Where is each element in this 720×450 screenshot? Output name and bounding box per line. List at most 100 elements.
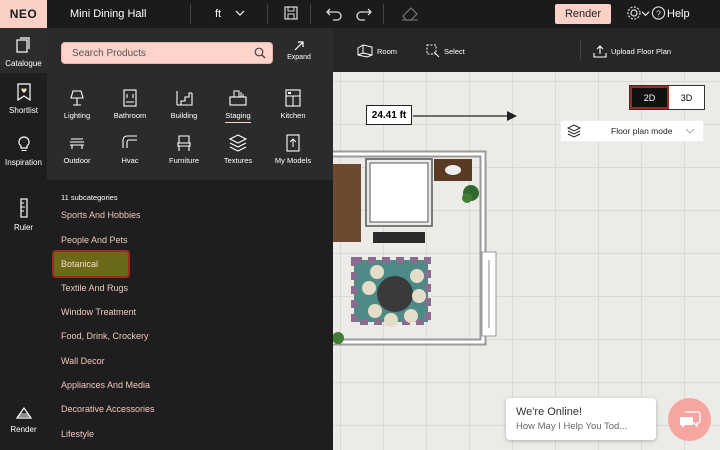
render-icon — [15, 406, 32, 419]
category-label: My Models — [274, 156, 312, 165]
chevron-down-icon[interactable] — [641, 9, 650, 18]
rail-item-ruler[interactable]: Ruler — [0, 198, 47, 232]
chair — [362, 281, 376, 295]
subcategory-item[interactable]: Lifestyle — [61, 429, 94, 439]
table — [377, 276, 413, 312]
chair — [412, 289, 426, 303]
project-title[interactable]: Mini Dining Hall — [70, 8, 146, 20]
save-icon[interactable] — [283, 5, 299, 21]
category-lighting[interactable]: Lighting — [52, 88, 102, 120]
rail-item-inspiration[interactable]: Inspiration — [0, 135, 47, 167]
view-3d-button[interactable]: 3D — [669, 86, 704, 109]
help-icon[interactable]: ? — [651, 5, 666, 21]
category-staging[interactable]: Staging — [213, 88, 263, 123]
help-link[interactable]: Help — [667, 8, 690, 20]
chair — [404, 309, 418, 323]
lamp-icon — [70, 90, 84, 106]
category-outdoor[interactable]: Outdoor — [52, 133, 102, 165]
rail-item-catalogue[interactable]: Catalogue — [0, 28, 47, 73]
subcategory-item[interactable]: Food, Drink, Crockery — [61, 331, 149, 341]
rail-item-render[interactable]: Render — [0, 406, 47, 434]
chair — [384, 313, 398, 327]
category-label: Textures — [223, 156, 253, 165]
category-label: Building — [170, 111, 198, 120]
media-shelf — [373, 232, 425, 243]
subcategory-item[interactable]: Window Treatment — [61, 307, 136, 317]
category-furniture[interactable]: Furniture — [159, 133, 209, 165]
layers-icon — [567, 124, 581, 138]
undo-icon[interactable] — [325, 5, 343, 21]
eraser-icon[interactable] — [400, 5, 420, 21]
chair — [368, 304, 382, 318]
room-block-inner — [369, 162, 429, 223]
room-icon — [357, 44, 373, 58]
subcategory-item[interactable]: Wall Decor — [61, 356, 105, 366]
category-label: Hvac — [121, 156, 139, 165]
subcategory-item[interactable]: Appliances And Media — [61, 380, 150, 390]
upload-label: Upload Floor Plan — [611, 46, 672, 56]
category-building[interactable]: Building — [159, 88, 209, 120]
floor-plan-mode-label: Floor plan mode — [611, 126, 673, 136]
search-bar: Search Products Expand — [47, 28, 333, 75]
toolbar-divider — [190, 4, 191, 24]
search-input[interactable]: Search Products — [61, 42, 273, 64]
room-tool[interactable]: Room — [357, 44, 397, 58]
category-label: Lighting — [63, 111, 91, 120]
subcategory-item[interactable]: People And Pets — [61, 235, 128, 245]
plant — [462, 193, 472, 203]
dimension-label: 24.41 ft — [366, 105, 412, 125]
select-icon — [426, 44, 440, 58]
rail-label: Ruler — [13, 223, 34, 232]
view-mode-toggle: 2D 3D — [629, 85, 705, 110]
canvas-toolbar: Room Select Upload Floor Plan — [333, 28, 720, 72]
category-grid: Lighting Bathroom Building Staging Kitch… — [47, 75, 333, 180]
chat-popup[interactable]: We're Online! How May I Help You Tod... — [506, 398, 656, 440]
upload-floor-plan-button[interactable]: Upload Floor Plan — [593, 44, 671, 58]
category-hvac[interactable]: Hvac — [105, 133, 155, 165]
toolbar-divider — [580, 40, 581, 60]
search-icon[interactable] — [254, 47, 266, 59]
chevron-down-icon[interactable] — [235, 7, 245, 19]
unit-select[interactable]: ft — [215, 8, 221, 20]
cabinet — [333, 164, 361, 242]
subcategory-count: 11 subcategories — [61, 193, 118, 202]
subcategory-item[interactable]: Sports And Hobbies — [61, 210, 141, 220]
view-2d-button[interactable]: 2D — [630, 86, 669, 109]
category-bathroom[interactable]: Bathroom — [105, 88, 155, 120]
subcategory-item[interactable]: Textile And Rugs — [61, 283, 128, 293]
floor-plan-mode-select[interactable]: Floor plan mode — [560, 120, 704, 142]
chat-title: We're Online! — [516, 406, 583, 418]
chat-icon — [679, 410, 701, 428]
dimension-arrow — [507, 111, 517, 121]
app-logo[interactable]: NEO — [0, 0, 47, 28]
duct-icon — [122, 135, 137, 148]
select-tool[interactable]: Select — [426, 44, 465, 58]
shortlist-icon — [16, 83, 31, 102]
subcategory-item[interactable]: Decorative Accessories — [61, 404, 155, 414]
toolbar-divider — [267, 4, 268, 24]
expand-icon — [294, 41, 304, 51]
render-button[interactable]: Render — [555, 4, 611, 24]
category-textures[interactable]: Textures — [213, 133, 263, 165]
chat-button[interactable] — [668, 398, 711, 441]
expand-button[interactable]: Expand — [283, 40, 315, 61]
left-rail: Catalogue Shortlist Inspiration Ruler Re… — [0, 28, 47, 450]
chat-subtitle: How May I Help You Tod... — [516, 421, 628, 432]
gear-icon[interactable] — [626, 5, 642, 21]
category-kitchen[interactable]: Kitchen — [268, 88, 318, 120]
redo-icon[interactable] — [355, 5, 373, 21]
category-my-models[interactable]: My Models — [268, 133, 318, 165]
rail-label: Inspiration — [5, 158, 42, 167]
category-label: Bathroom — [113, 111, 147, 120]
staging-icon — [229, 90, 247, 106]
rail-item-shortlist[interactable]: Shortlist — [0, 83, 47, 115]
search-placeholder: Search Products — [72, 47, 146, 59]
kitchen-icon — [285, 89, 301, 107]
top-bar: NEO Mini Dining Hall ft Render ? Help — [0, 0, 720, 28]
stairs-icon — [176, 91, 193, 106]
room-label: Room — [377, 46, 398, 56]
textures-icon — [228, 134, 248, 152]
subcategory-item-selected[interactable]: Botanical — [52, 250, 130, 278]
category-label: Outdoor — [63, 156, 91, 165]
rail-label: Shortlist — [9, 106, 38, 115]
